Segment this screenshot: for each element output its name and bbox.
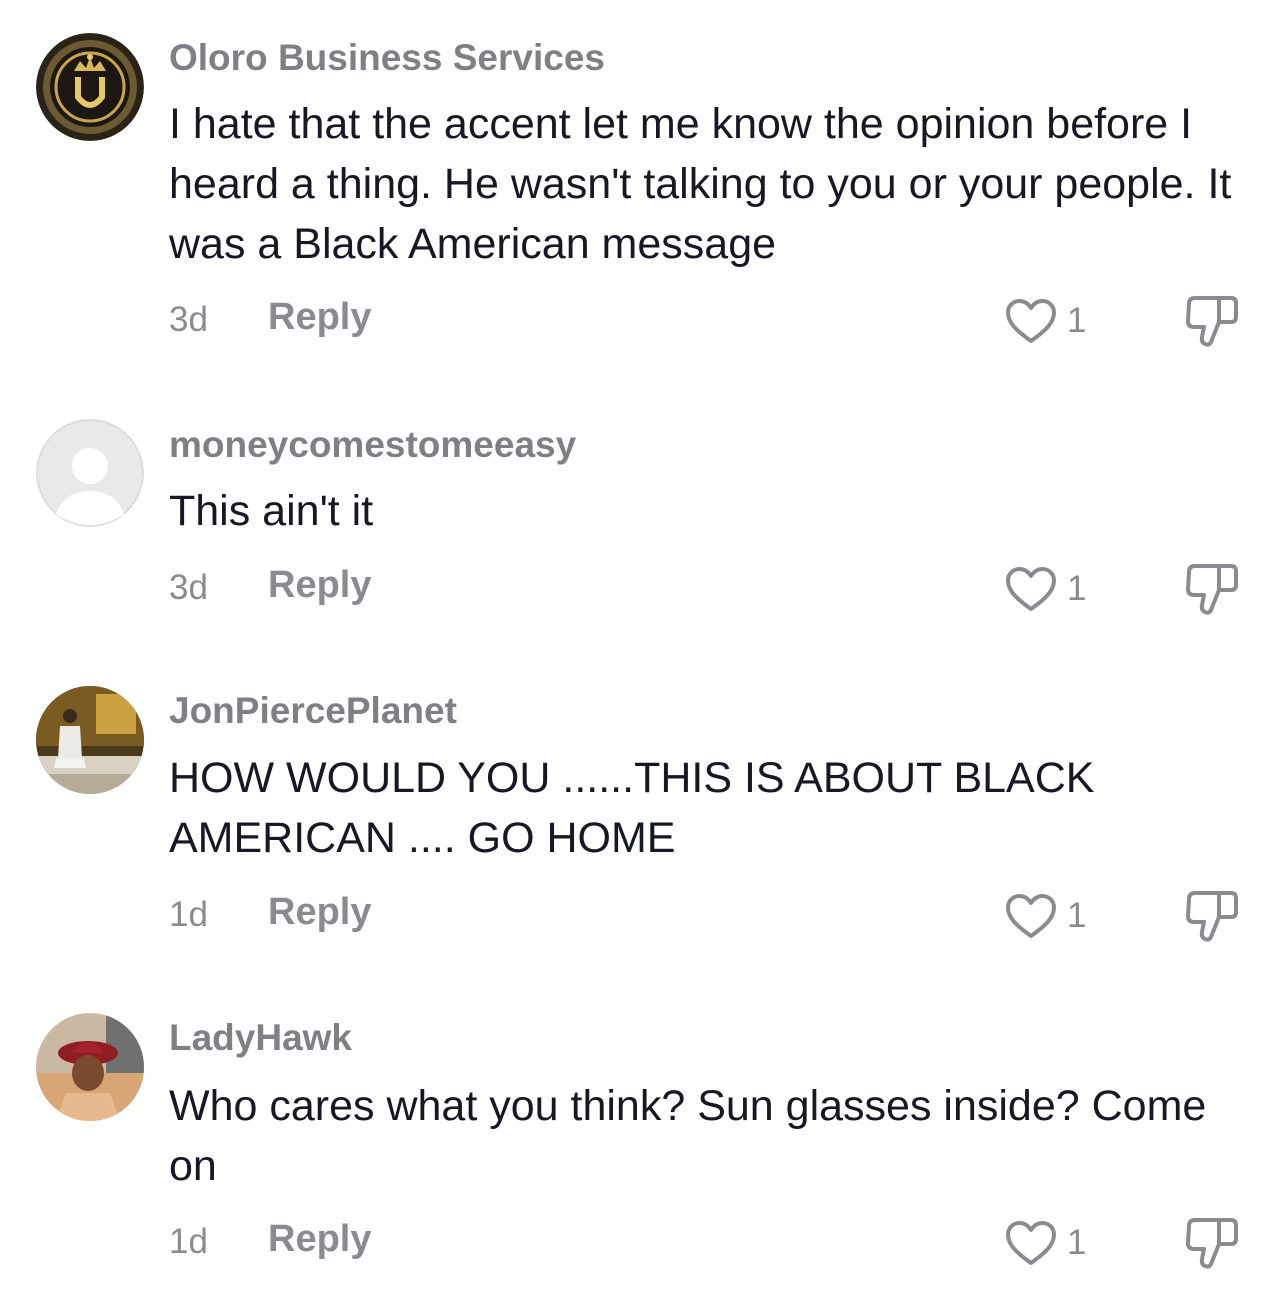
avatar[interactable] [36,1013,144,1121]
like-count: 1 [1067,301,1087,340]
comment-text: Who cares what you think? Sun glasses in… [169,1082,1207,1190]
comment-username[interactable]: JonPiercePlanet [169,690,457,732]
like-button[interactable]: 1 [1005,1218,1086,1268]
comment-text: I hate that the accent let me know the o… [169,100,1232,268]
comment-timestamp: 1d [169,1222,208,1261]
heart-outline-icon [1006,1221,1056,1265]
comment-text: HOW WOULD YOU ......THIS IS ABOUT BLACK … [169,754,1095,862]
comment-text: This ain't it [169,487,374,535]
like-count: 1 [1067,896,1087,935]
comment-timestamp: 1d [169,895,208,934]
comment-username[interactable]: Oloro Business Services [169,37,605,79]
comment-actions: 1d Reply 1 [169,1216,1249,1270]
dislike-button[interactable] [1183,1216,1241,1270]
comment-actions: 1d Reply 1 [169,889,1249,943]
thumbs-down-icon [1186,564,1238,615]
thumbs-down-icon [1186,296,1238,347]
reply-button[interactable]: Reply [268,891,371,934]
heart-outline-icon [1006,299,1056,343]
photo-avatar-icon [36,1013,144,1121]
avatar[interactable] [36,419,144,527]
like-count: 1 [1067,1223,1087,1262]
avatar[interactable] [36,686,144,794]
comment-timestamp: 3d [169,568,208,607]
comment-username[interactable]: moneycomestomeeasy [169,424,576,466]
dislike-button[interactable] [1183,294,1241,348]
dislike-button[interactable] [1183,562,1241,616]
reply-button[interactable]: Reply [268,564,371,607]
default-user-icon [36,419,144,527]
like-button[interactable]: 1 [1005,891,1086,941]
avatar[interactable] [36,33,144,141]
thumbs-down-icon [1186,891,1238,942]
heart-outline-icon [1006,567,1056,611]
thumbs-down-icon [1186,1218,1238,1269]
comment-username[interactable]: LadyHawk [169,1017,352,1059]
comment-actions: 3d Reply 1 [169,294,1249,348]
dislike-button[interactable] [1183,889,1241,943]
like-count: 1 [1067,569,1087,608]
reply-button[interactable]: Reply [268,296,371,339]
comment-timestamp: 3d [169,300,208,339]
comment-actions: 3d Reply 1 [169,562,1249,616]
like-button[interactable]: 1 [1005,564,1086,614]
like-button[interactable]: 1 [1005,296,1086,346]
reply-button[interactable]: Reply [268,1218,371,1261]
crown-logo-icon [36,33,144,141]
photo-avatar-icon [36,686,144,794]
comments-list: Oloro Business Services I hate that the … [0,0,1284,1295]
heart-outline-icon [1006,894,1056,938]
